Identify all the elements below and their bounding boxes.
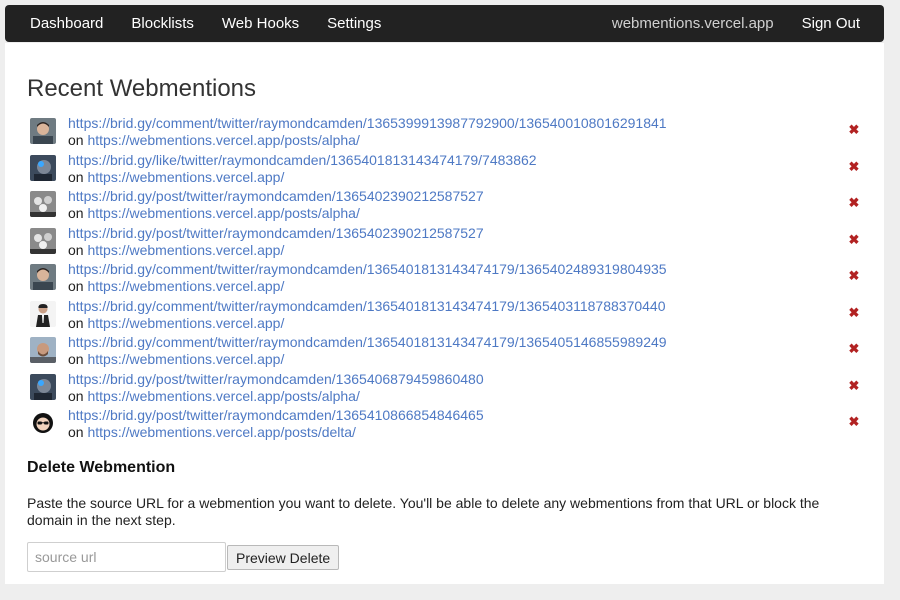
delete-webmention-button[interactable]: ✖ bbox=[847, 196, 861, 210]
webmention-text: https://brid.gy/post/twitter/raymondcamd… bbox=[68, 225, 484, 259]
source-link[interactable]: https://brid.gy/post/twitter/raymondcamd… bbox=[68, 225, 484, 241]
webmention-item: https://brid.gy/comment/twitter/raymondc… bbox=[29, 298, 869, 335]
delete-section-title: Delete Webmention bbox=[27, 459, 176, 476]
target-link[interactable]: https://webmentions.vercel.app/ bbox=[87, 242, 284, 258]
source-link[interactable]: https://brid.gy/like/twitter/raymondcamd… bbox=[68, 152, 537, 168]
on-label: on bbox=[68, 241, 84, 258]
delete-webmention-button[interactable]: ✖ bbox=[847, 159, 861, 174]
source-link[interactable]: https://brid.gy/post/twitter/raymondcamd… bbox=[68, 407, 484, 423]
preview-delete-button[interactable]: Preview Delete bbox=[227, 545, 340, 570]
delete-webmention-button[interactable]: ✖ bbox=[847, 342, 861, 356]
source-link[interactable]: https://brid.gy/comment/twitter/raymondc… bbox=[68, 115, 667, 131]
on-label: on bbox=[68, 168, 84, 185]
target-link[interactable]: https://webmentions.vercel.app/ bbox=[87, 351, 284, 367]
avatar[interactable] bbox=[30, 337, 56, 363]
webmention-item: https://brid.gy/comment/twitter/raymondc… bbox=[29, 115, 869, 152]
avatar[interactable] bbox=[30, 264, 56, 290]
on-label: on bbox=[68, 314, 84, 331]
target-link[interactable]: https://webmentions.vercel.app/posts/alp… bbox=[87, 205, 359, 221]
delete-webmention-button[interactable]: ✖ bbox=[847, 305, 861, 320]
avatar[interactable] bbox=[30, 227, 56, 254]
on-label: on bbox=[68, 424, 84, 440]
main-card: Recent Webmentions https://brid.gy/comme… bbox=[5, 43, 884, 584]
delete-webmention-button[interactable]: ✖ bbox=[847, 123, 861, 137]
target-link[interactable]: https://webmentions.vercel.app/ bbox=[87, 315, 284, 331]
on-label: on bbox=[68, 351, 84, 367]
delete-webmention-button[interactable]: ✖ bbox=[847, 269, 861, 283]
avatar[interactable] bbox=[30, 191, 56, 217]
on-label: on bbox=[68, 387, 84, 404]
source-link[interactable]: https://brid.gy/comment/twitter/raymondc… bbox=[68, 334, 667, 350]
nav-blocklists-link[interactable]: Blocklists bbox=[117, 5, 208, 42]
webmention-item: https://brid.gy/like/twitter/raymondcamd… bbox=[29, 152, 869, 189]
target-link[interactable]: https://webmentions.vercel.app/ bbox=[87, 169, 284, 185]
target-link[interactable]: https://webmentions.vercel.app/posts/alp… bbox=[87, 388, 359, 404]
webmention-item: https://brid.gy/post/twitter/raymondcamd… bbox=[29, 371, 869, 408]
target-link[interactable]: https://webmentions.vercel.app/posts/del… bbox=[87, 424, 355, 440]
target-link[interactable]: https://webmentions.vercel.app/ bbox=[87, 278, 284, 294]
top-navbar: Dashboard Blocklists Web Hooks Settings … bbox=[5, 5, 884, 42]
delete-webmention-button[interactable]: ✖ bbox=[847, 232, 861, 247]
delete-webmention-button[interactable]: ✖ bbox=[847, 415, 861, 429]
webmention-text: https://brid.gy/like/twitter/raymondcamd… bbox=[68, 152, 537, 186]
webmention-text: https://brid.gy/comment/twitter/raymondc… bbox=[68, 261, 667, 295]
source-url-input[interactable] bbox=[27, 542, 226, 572]
on-label: on bbox=[68, 278, 84, 294]
avatar[interactable] bbox=[30, 300, 56, 327]
on-label: on bbox=[68, 205, 84, 221]
webmention-item: https://brid.gy/comment/twitter/raymondc… bbox=[29, 261, 869, 298]
nav-settings-link[interactable]: Settings bbox=[313, 5, 395, 42]
webmention-text: https://brid.gy/post/twitter/raymondcamd… bbox=[68, 371, 484, 405]
webmention-item: https://brid.gy/comment/twitter/raymondc… bbox=[29, 334, 869, 371]
webmention-item: https://brid.gy/post/twitter/raymondcamd… bbox=[29, 188, 869, 225]
webmention-text: https://brid.gy/comment/twitter/raymondc… bbox=[68, 334, 667, 368]
sign-out-link[interactable]: Sign Out bbox=[788, 5, 884, 42]
webmention-item: https://brid.gy/post/twitter/raymondcamd… bbox=[29, 225, 869, 262]
avatar[interactable] bbox=[30, 118, 56, 144]
source-link[interactable]: https://brid.gy/comment/twitter/raymondc… bbox=[68, 261, 667, 277]
delete-section-description: Paste the source URL for a webmention yo… bbox=[27, 495, 820, 528]
on-label: on bbox=[68, 132, 84, 148]
avatar[interactable] bbox=[30, 373, 56, 400]
delete-webmention-button[interactable]: ✖ bbox=[847, 378, 861, 393]
page-title: Recent Webmentions bbox=[27, 75, 257, 102]
webmention-list: https://brid.gy/comment/twitter/raymondc… bbox=[29, 115, 869, 444]
source-link[interactable]: https://brid.gy/post/twitter/raymondcamd… bbox=[68, 371, 484, 387]
source-link[interactable]: https://brid.gy/post/twitter/raymondcamd… bbox=[68, 188, 484, 204]
webmention-text: https://brid.gy/post/twitter/raymondcamd… bbox=[68, 407, 484, 441]
target-link[interactable]: https://webmentions.vercel.app/posts/alp… bbox=[87, 132, 359, 148]
source-link[interactable]: https://brid.gy/comment/twitter/raymondc… bbox=[68, 298, 666, 314]
nav-webhooks-link[interactable]: Web Hooks bbox=[208, 5, 313, 42]
avatar[interactable] bbox=[30, 154, 56, 181]
nav-left-group: Dashboard Blocklists Web Hooks Settings bbox=[5, 5, 395, 42]
avatar[interactable] bbox=[30, 410, 56, 436]
webmention-item: https://brid.gy/post/twitter/raymondcamd… bbox=[29, 407, 869, 444]
nav-right-group: webmentions.vercel.app Sign Out bbox=[598, 5, 884, 42]
webmention-text: https://brid.gy/comment/twitter/raymondc… bbox=[68, 298, 666, 332]
webmention-text: https://brid.gy/post/twitter/raymondcamd… bbox=[68, 188, 484, 222]
nav-host-label: webmentions.vercel.app bbox=[611, 15, 774, 32]
nav-dashboard-link[interactable]: Dashboard bbox=[5, 5, 117, 42]
webmention-text: https://brid.gy/comment/twitter/raymondc… bbox=[68, 115, 667, 149]
